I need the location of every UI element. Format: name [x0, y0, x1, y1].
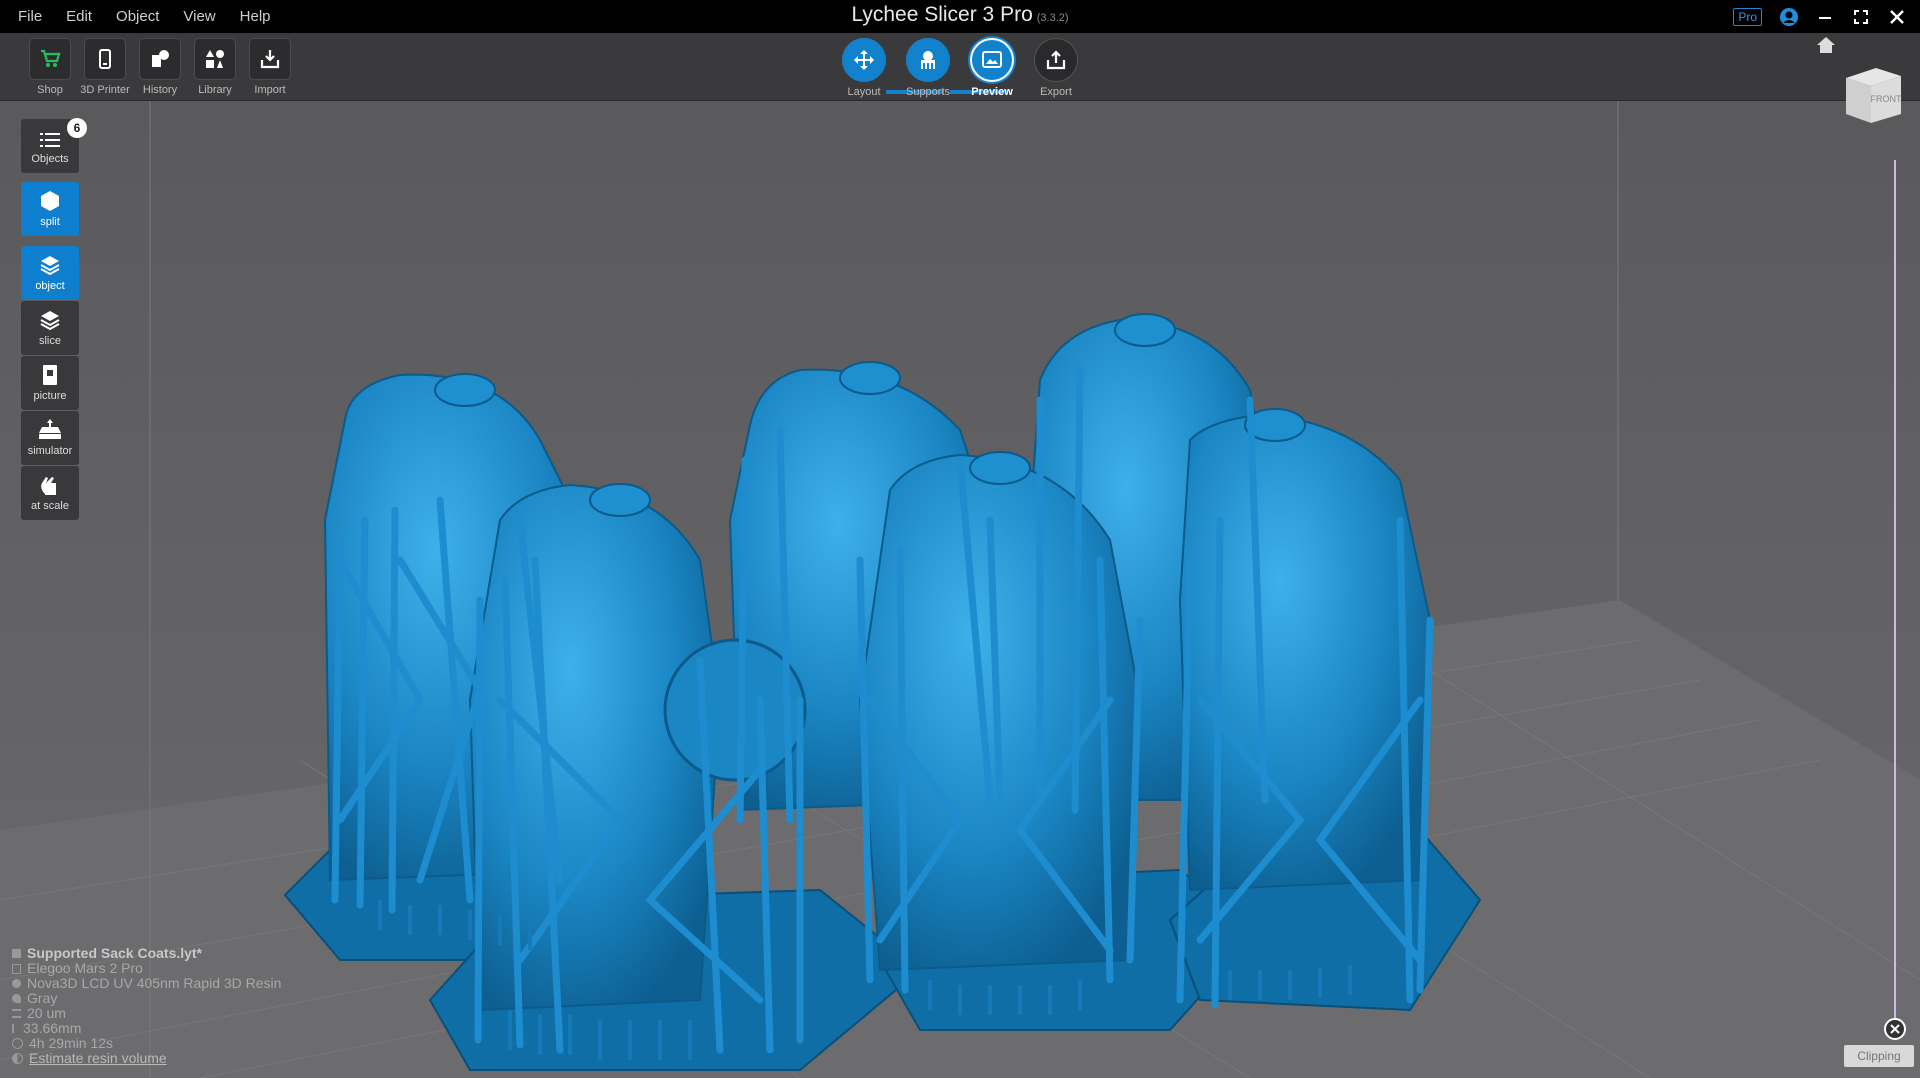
step-layout[interactable]: Layout — [832, 38, 896, 98]
sidebar-item-label: at scale — [31, 500, 69, 512]
resin-name: Nova3D LCD UV 405nm Rapid 3D Resin — [27, 975, 282, 991]
sidebar-item-picture[interactable]: picture — [21, 356, 79, 410]
step-layout-label: Layout — [847, 86, 881, 98]
app-version: (3.3.2) — [1036, 12, 1069, 24]
printer-name: Elegoo Mars 2 Pro — [27, 960, 143, 976]
history-button[interactable]: History — [134, 38, 186, 96]
menu-bar: File Edit Object View Help — [6, 0, 283, 33]
height-icon — [12, 1024, 17, 1033]
resin-icon — [12, 979, 21, 988]
cart-icon — [41, 49, 61, 67]
file-name: Supported Sack Coats.lyt* — [27, 945, 203, 961]
menu-help[interactable]: Help — [228, 0, 283, 33]
color-icon — [12, 994, 21, 1003]
sidebar-item-object[interactable]: object — [21, 246, 79, 300]
printer-icon — [99, 49, 111, 69]
app-title: Lychee Slicer 3 Pro (3.3.2) — [0, 0, 1920, 33]
history-icon — [152, 50, 169, 67]
move-icon — [854, 50, 874, 70]
sidebar-item-label: slice — [38, 335, 61, 347]
library-label: Library — [198, 84, 232, 96]
window-controls: Pro — [1733, 0, 1920, 33]
account-icon[interactable] — [1774, 2, 1804, 32]
slice-icon — [40, 311, 60, 331]
import-icon — [260, 50, 280, 69]
step-supports[interactable]: Supports — [896, 38, 960, 98]
sidebar-item-split[interactable]: split — [21, 182, 79, 236]
print-time: 4h 29min 12s — [29, 1035, 114, 1051]
simulator-icon — [39, 419, 61, 439]
preview-icon — [982, 51, 1002, 68]
step-preview[interactable]: Preview — [960, 38, 1024, 98]
app-title-text: Lychee Slicer 3 Pro — [851, 3, 1033, 26]
estimate-resin-link[interactable]: Estimate resin volume — [29, 1051, 167, 1066]
step-preview-label: Preview — [971, 86, 1013, 98]
history-label: History — [142, 84, 178, 96]
view-cube-front-label: FRONT — [1871, 94, 1902, 104]
step-export-label: Export — [1040, 86, 1072, 98]
menu-edit[interactable]: Edit — [54, 0, 104, 33]
menu-view[interactable]: View — [171, 0, 227, 33]
library-icon — [206, 50, 224, 68]
3d-viewport[interactable] — [0, 101, 1920, 1078]
view-cube[interactable]: FRONT — [1836, 58, 1906, 128]
sidebar-item-slice[interactable]: slice — [21, 301, 79, 355]
hand-icon — [41, 477, 56, 495]
layers-icon — [40, 256, 60, 276]
hexagon-icon — [41, 191, 59, 211]
3d-printer-label: 3D Printer — [80, 84, 130, 96]
estimate-icon — [12, 1053, 23, 1064]
printer-icon — [12, 963, 21, 974]
title-bar: File Edit Object View Help Lychee Slicer… — [0, 0, 1920, 33]
3d-printer-button[interactable]: 3D Printer — [79, 38, 131, 96]
minimize-icon[interactable] — [1810, 2, 1840, 32]
sidebar-item-label: picture — [33, 390, 67, 402]
library-button[interactable]: Library — [189, 38, 241, 96]
objects-label: Objects — [31, 153, 69, 165]
model-height: 33.66mm — [23, 1020, 82, 1036]
menu-object[interactable]: Object — [104, 0, 171, 33]
layer-height: 20 um — [27, 1005, 66, 1021]
print-info-panel: Supported Sack Coats.lyt* Elegoo Mars 2 … — [12, 946, 281, 1066]
file-icon — [12, 949, 21, 958]
sidebar-item-label: object — [35, 280, 65, 292]
main-toolbar: Shop 3D Printer History Library Import L… — [0, 33, 1920, 101]
sidebar-item-label: simulator — [27, 445, 73, 457]
home-view-button[interactable] — [1816, 36, 1836, 59]
clock-icon — [12, 1038, 23, 1049]
import-button[interactable]: Import — [244, 38, 296, 96]
supports-icon — [921, 51, 935, 69]
objects-count-badge: 6 — [67, 118, 87, 138]
step-export[interactable]: Export — [1024, 38, 1088, 98]
sidebar-item-simulator[interactable]: simulator — [21, 411, 79, 465]
shop-button[interactable]: Shop — [24, 38, 76, 96]
import-label: Import — [254, 84, 286, 96]
maximize-icon[interactable] — [1846, 2, 1876, 32]
menu-file[interactable]: File — [6, 0, 54, 33]
layer-icon — [12, 1009, 21, 1018]
list-icon — [40, 133, 60, 147]
step-supports-label: Supports — [905, 86, 951, 98]
pro-badge[interactable]: Pro — [1733, 7, 1762, 26]
sidebar-item-label: split — [40, 216, 60, 228]
close-circle-icon — [1890, 1024, 1900, 1034]
clipping-slider-track[interactable] — [1894, 160, 1896, 1020]
home-icon — [1817, 37, 1835, 53]
export-icon — [1046, 50, 1066, 70]
clipping-slider-handle[interactable] — [1884, 1018, 1906, 1040]
resin-color: Gray — [27, 990, 58, 1006]
sidebar-item-at-scale[interactable]: at scale — [21, 466, 79, 520]
close-icon[interactable] — [1882, 2, 1912, 32]
picture-icon — [43, 365, 57, 385]
shop-label: Shop — [37, 84, 63, 96]
clipping-button[interactable]: Clipping — [1844, 1045, 1914, 1067]
